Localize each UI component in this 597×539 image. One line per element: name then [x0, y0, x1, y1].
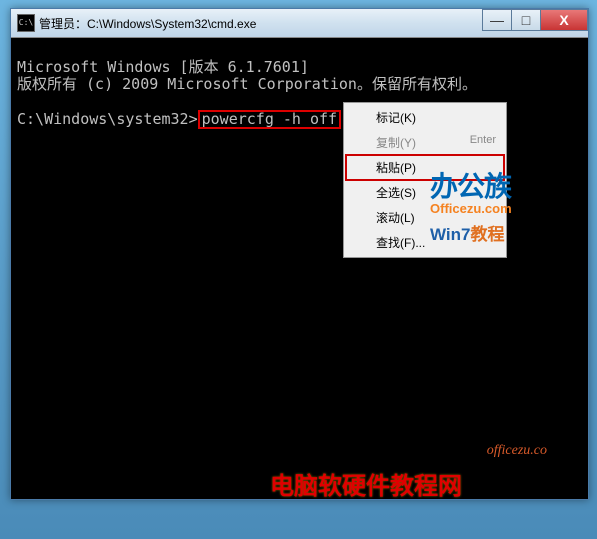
- terminal-command: powercfg -h off: [198, 110, 341, 129]
- menu-item-1: 复制(Y) Enter: [346, 130, 504, 155]
- window-title: 管理员：C:\Windows\System32\cmd.exe: [39, 15, 256, 32]
- menu-item-label: 粘贴(P): [376, 159, 416, 176]
- menu-item-label: 全选(S): [376, 184, 416, 201]
- menu-item-4[interactable]: 滚动(L): [346, 205, 504, 230]
- terminal-line: Microsoft Windows [版本 6.1.7601]: [17, 58, 309, 76]
- close-button[interactable]: X: [540, 9, 588, 31]
- menu-item-label: 复制(Y): [376, 134, 416, 151]
- maximize-button[interactable]: □: [511, 9, 541, 31]
- terminal-line: 版权所有 (c) 2009 Microsoft Corporation。保留所有…: [17, 75, 477, 93]
- cmd-icon-label: C:\: [19, 19, 33, 27]
- menu-item-shortcut: Enter: [470, 134, 496, 151]
- cmd-icon: C:\: [17, 14, 35, 32]
- menu-item-label: 滚动(L): [376, 209, 415, 226]
- window-buttons: — □ X: [483, 9, 588, 31]
- terminal-prompt: C:\Windows\system32>: [17, 110, 198, 128]
- context-menu: 标记(K) 复制(Y) Enter 粘贴(P) 全选(S) 滚动(L) 查找(F)...: [343, 102, 507, 258]
- menu-item-0[interactable]: 标记(K): [346, 105, 504, 130]
- menu-item-5[interactable]: 查找(F)...: [346, 230, 504, 255]
- minimize-button[interactable]: —: [482, 9, 512, 31]
- titlebar: C:\ 管理员：C:\Windows\System32\cmd.exe — □ …: [11, 9, 588, 38]
- menu-item-label: 标记(K): [376, 109, 416, 126]
- menu-item-label: 查找(F)...: [376, 234, 425, 251]
- menu-item-2[interactable]: 粘贴(P): [346, 155, 504, 180]
- menu-item-3[interactable]: 全选(S): [346, 180, 504, 205]
